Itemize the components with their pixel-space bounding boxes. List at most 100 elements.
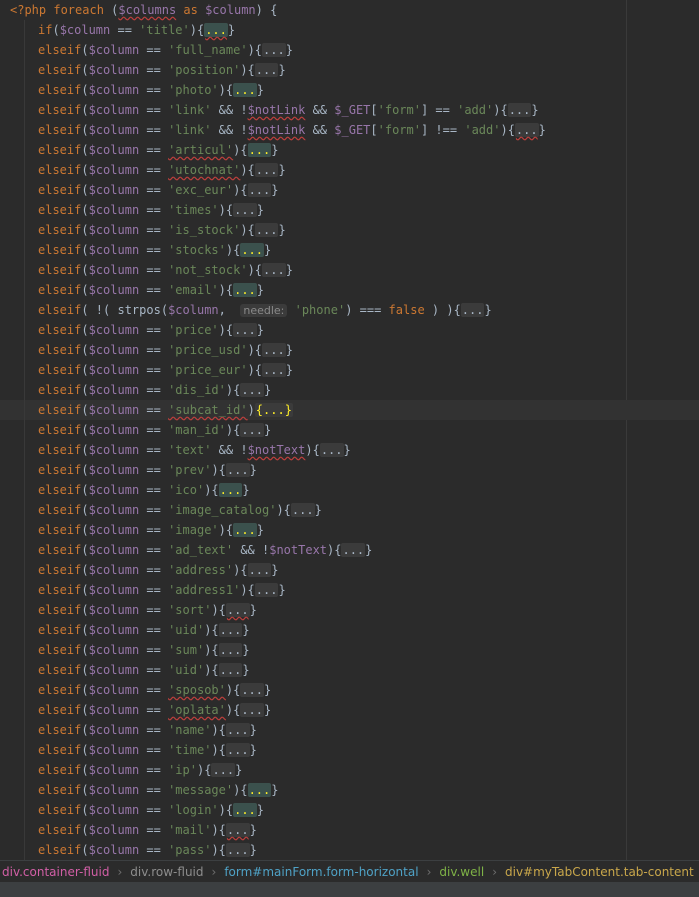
folded-code-block[interactable]: ...	[240, 423, 265, 437]
breadcrumb-item[interactable]: div.well	[437, 861, 486, 883]
folded-code-block[interactable]: ...	[254, 583, 279, 597]
code-token: ){	[204, 623, 219, 637]
code-line[interactable]: elseif($column == 'exc_eur'){...}	[0, 180, 699, 200]
code-line[interactable]: elseif($column == 'text' && !$notText){.…	[0, 440, 699, 460]
folded-code-block[interactable]: ...	[233, 83, 257, 97]
code-line[interactable]: elseif($column == 'sposob'){...}	[0, 680, 699, 700]
code-line[interactable]: elseif($column == 'image'){...}	[0, 520, 699, 540]
folded-code-block[interactable]: ...	[218, 483, 243, 497]
code-line[interactable]: elseif($column == 'subcat_id'){...}	[0, 400, 699, 420]
code-line[interactable]: if($column == 'title'){...}	[0, 20, 699, 40]
folded-code-block[interactable]: ...	[225, 843, 250, 857]
folded-code-block[interactable]: ...	[514, 123, 539, 137]
code-line[interactable]: elseif($column == 'sort'){...}	[0, 600, 699, 620]
folded-code-block[interactable]: ...	[225, 823, 250, 837]
code-line[interactable]: elseif($column == 'utochnat'){...}	[0, 160, 699, 180]
folded-code-block[interactable]: ...	[225, 723, 250, 737]
code-line[interactable]: elseif($column == 'uid'){...}	[0, 660, 699, 680]
folded-code-block[interactable]: ...	[247, 183, 272, 197]
code-line[interactable]: elseif($column == 'image_catalog'){...}	[0, 500, 699, 520]
code-line[interactable]: elseif($column == 'price'){...}	[0, 320, 699, 340]
breadcrumb-item[interactable]: div#myTabContent.tab-content	[503, 861, 696, 883]
folded-code-block[interactable]: ...	[254, 63, 279, 77]
folded-code-block[interactable]: ...	[247, 783, 272, 797]
folded-code-block[interactable]: ...	[262, 43, 286, 57]
code-line[interactable]: elseif($column == 'photo'){...}	[0, 80, 699, 100]
code-line[interactable]: elseif($column == 'price_eur'){...}	[0, 360, 699, 380]
folded-code-block[interactable]: ...	[240, 243, 265, 257]
code-line[interactable]: elseif($column == 'times'){...}	[0, 200, 699, 220]
breadcrumb-item[interactable]: div.container-fluid	[0, 861, 111, 883]
code-editor[interactable]: <?php foreach ($columns as $column) {if(…	[0, 0, 699, 860]
folded-code-block[interactable]: ...	[225, 743, 250, 757]
folded-code-block[interactable]: ...	[240, 383, 265, 397]
folded-code-block[interactable]: ...	[262, 343, 286, 357]
folded-code-block[interactable]: ...	[233, 203, 257, 217]
folded-code-block[interactable]: ...	[240, 683, 265, 697]
code-token: ){	[240, 583, 255, 597]
code-line[interactable]: elseif($column == 'dis_id'){...}	[0, 380, 699, 400]
code-line[interactable]: elseif($column == 'oplata'){...}	[0, 700, 699, 720]
code-line[interactable]: elseif($column == 'man_id'){...}	[0, 420, 699, 440]
code-line[interactable]: elseif($column == 'is_stock'){...}	[0, 220, 699, 240]
code-token: $column	[88, 143, 140, 157]
folded-code-block[interactable]: ...	[290, 503, 315, 517]
code-line[interactable]: elseif($column == 'link' && !$notLink &&…	[0, 100, 699, 120]
folded-code-block[interactable]: ...	[247, 563, 272, 577]
code-line[interactable]: elseif($column == 'name'){...}	[0, 720, 699, 740]
folded-code-block[interactable]: ...	[247, 143, 272, 157]
folded-code-block[interactable]: ...	[254, 163, 279, 177]
folded-code-block[interactable]: ...	[211, 763, 236, 777]
code-line[interactable]: elseif($column == 'login'){...}	[0, 800, 699, 820]
folded-code-block[interactable]: ...	[319, 443, 344, 457]
code-line[interactable]: elseif($column == 'time'){...}	[0, 740, 699, 760]
folded-code-block[interactable]: ...	[218, 623, 243, 637]
folded-code-block[interactable]: ...	[341, 543, 366, 557]
code-line[interactable]: elseif($column == 'ico'){...}	[0, 480, 699, 500]
folded-code-block[interactable]: ...	[254, 223, 279, 237]
code-line[interactable]: elseif($column == 'prev'){...}	[0, 460, 699, 480]
folded-code-block[interactable]: ...	[262, 363, 286, 377]
folded-code-block[interactable]: ...	[233, 283, 257, 297]
folded-code-block[interactable]: ...	[218, 643, 243, 657]
folded-code-block[interactable]: ...	[240, 703, 265, 717]
folded-code-block[interactable]: ...	[204, 23, 228, 37]
code-line[interactable]: <?php foreach ($columns as $column) {	[0, 0, 699, 20]
breadcrumb-item[interactable]: div.row-fluid	[128, 861, 205, 883]
code-line[interactable]: elseif($column == 'pass'){...}	[0, 840, 699, 860]
folded-code-block[interactable]: ...	[218, 663, 243, 677]
code-line[interactable]: elseif($column == 'not_stock'){...}	[0, 260, 699, 280]
parameter-hint: needle:	[240, 304, 288, 317]
folded-code-block[interactable]: {...}	[254, 403, 293, 417]
folded-code-block[interactable]: ...	[262, 263, 286, 277]
code-line[interactable]: elseif($column == 'message'){...}	[0, 780, 699, 800]
code-line[interactable]: elseif($column == 'articul'){...}	[0, 140, 699, 160]
code-token: ){	[276, 503, 291, 517]
folded-code-block[interactable]: ...	[225, 463, 250, 477]
code-line[interactable]: elseif($column == 'link' && !$notLink &&…	[0, 120, 699, 140]
folded-code-block[interactable]: ...	[460, 303, 485, 317]
code-line[interactable]: elseif($column == 'stocks'){...}	[0, 240, 699, 260]
code-line[interactable]: elseif($column == 'mail'){...}	[0, 820, 699, 840]
code-token: ){	[218, 323, 234, 337]
folded-code-block[interactable]: ...	[225, 603, 250, 617]
code-line[interactable]: elseif($column == 'sum'){...}	[0, 640, 699, 660]
code-line[interactable]: elseif($column == 'address'){...}	[0, 560, 699, 580]
code-line[interactable]: elseif($column == 'full_name'){...}	[0, 40, 699, 60]
code-line[interactable]: elseif($column == 'price_usd'){...}	[0, 340, 699, 360]
code-line[interactable]: elseif($column == 'address1'){...}	[0, 580, 699, 600]
code-line[interactable]: elseif($column == 'uid'){...}	[0, 620, 699, 640]
code-line[interactable]: elseif( !( strpos($column, needle: 'phon…	[0, 300, 699, 320]
folded-code-block[interactable]: ...	[233, 523, 257, 537]
folded-code-block[interactable]: ...	[233, 323, 257, 337]
breadcrumb-item[interactable]: form#mainForm.form-horizontal	[222, 861, 420, 883]
code-token: (	[81, 163, 89, 177]
code-line[interactable]: elseif($column == 'position'){...}	[0, 60, 699, 80]
code-line[interactable]: elseif($column == 'ip'){...}	[0, 760, 699, 780]
code-token: }	[242, 663, 250, 677]
folded-code-block[interactable]: ...	[507, 103, 532, 117]
code-line[interactable]: elseif($column == 'email'){...}	[0, 280, 699, 300]
folded-code-block[interactable]: ...	[233, 803, 257, 817]
code-token: ==	[139, 483, 169, 497]
code-line[interactable]: elseif($column == 'ad_text' && !$notText…	[0, 540, 699, 560]
